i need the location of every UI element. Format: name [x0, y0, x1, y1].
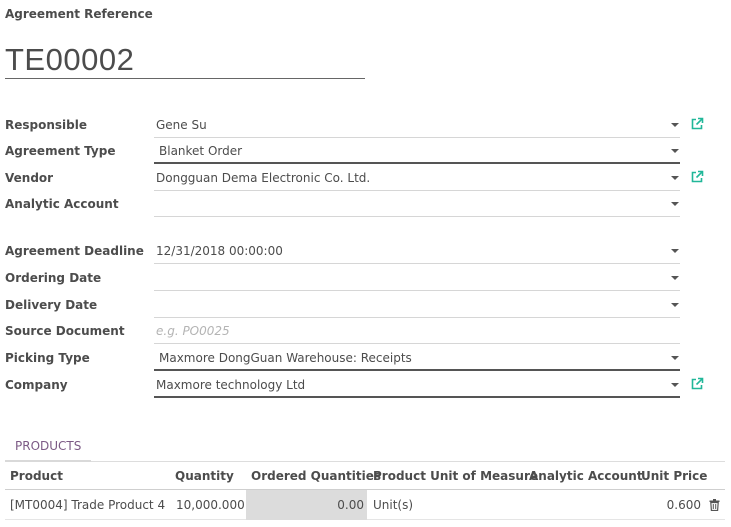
vendor-label: Vendor	[5, 171, 54, 185]
cell-product[interactable]: [MT0004] Trade Product 4	[10, 490, 165, 520]
analytic-account-row: Analytic Account	[0, 191, 731, 217]
responsible-row: Responsible Gene Su	[0, 112, 731, 138]
vendor-field[interactable]: Dongguan Dema Electronic Co. Ltd.	[154, 165, 680, 191]
source-document-row: Source Document e.g. PO0025	[0, 318, 731, 344]
analytic-account-field[interactable]	[154, 191, 680, 217]
agreement-type-value: Blanket Order	[159, 144, 243, 158]
ordering-date-label: Ordering Date	[5, 271, 102, 285]
column-product[interactable]: Product	[10, 462, 63, 490]
chevron-down-icon[interactable]	[671, 249, 679, 253]
picking-type-field[interactable]: Maxmore DongGuan Warehouse: Receipts	[154, 345, 680, 371]
responsible-field[interactable]: Gene Su	[154, 112, 680, 138]
cell-unit-price[interactable]: 0.600	[625, 490, 701, 520]
ordering-date-row: Ordering Date	[0, 265, 731, 291]
chevron-down-icon[interactable]	[671, 276, 679, 280]
cell-quantity[interactable]: 10,000.000	[176, 490, 245, 520]
cell-uom[interactable]: Unit(s)	[373, 490, 413, 520]
chevron-down-icon[interactable]	[671, 383, 679, 387]
company-field[interactable]: Maxmore technology Ltd	[154, 372, 680, 398]
agreement-deadline-label: Agreement Deadline	[5, 244, 144, 258]
agreement-reference-value: TE00002	[5, 40, 365, 79]
responsible-label: Responsible	[5, 118, 87, 132]
column-unit-price[interactable]: Unit Price	[641, 462, 707, 490]
chevron-down-icon[interactable]	[671, 149, 679, 153]
source-document-input[interactable]: e.g. PO0025	[154, 318, 680, 344]
delivery-date-row: Delivery Date	[0, 292, 731, 318]
analytic-account-label: Analytic Account	[5, 197, 119, 211]
responsible-value: Gene Su	[156, 118, 207, 132]
external-link-icon[interactable]	[690, 170, 704, 184]
company-row: Company Maxmore technology Ltd	[0, 372, 731, 398]
column-uom[interactable]: Product Unit of Measure	[373, 462, 538, 490]
agreement-form: Agreement Reference TE00002 Responsible …	[0, 0, 731, 527]
company-value: Maxmore technology Ltd	[156, 378, 306, 392]
vendor-row: Vendor Dongguan Dema Electronic Co. Ltd.	[0, 165, 731, 191]
agreement-type-select[interactable]: Blanket Order	[154, 138, 680, 164]
tab-products[interactable]: PRODUCTS	[5, 432, 92, 462]
chevron-down-icon[interactable]	[671, 123, 679, 127]
agreement-type-label: Agreement Type	[5, 144, 116, 158]
table-row[interactable]: [MT0004] Trade Product 4 10,000.000 0.00…	[5, 490, 725, 520]
picking-type-row: Picking Type Maxmore DongGuan Warehouse:…	[0, 345, 731, 371]
products-table-header: Product Quantity Ordered Quantities Prod…	[5, 462, 725, 490]
column-analytic-account[interactable]: Analytic Account	[529, 462, 643, 490]
picking-type-label: Picking Type	[5, 351, 90, 365]
cell-ordered-quantities: 0.00	[246, 490, 367, 520]
trash-icon[interactable]	[709, 499, 720, 511]
vendor-value: Dongguan Dema Electronic Co. Ltd.	[156, 171, 371, 185]
column-ordered-quantities[interactable]: Ordered Quantities	[251, 462, 381, 490]
column-quantity[interactable]: Quantity	[175, 462, 234, 490]
chevron-down-icon[interactable]	[671, 202, 679, 206]
agreement-type-row: Agreement Type Blanket Order	[0, 138, 731, 164]
picking-type-value: Maxmore DongGuan Warehouse: Receipts	[159, 351, 412, 365]
agreement-deadline-row: Agreement Deadline 12/31/2018 00:00:00	[0, 238, 731, 264]
source-document-label: Source Document	[5, 324, 125, 338]
company-label: Company	[5, 378, 68, 392]
agreement-reference-label: Agreement Reference	[5, 7, 153, 21]
external-link-icon[interactable]	[690, 117, 704, 131]
delivery-date-field[interactable]	[154, 292, 680, 318]
external-link-icon[interactable]	[690, 377, 704, 391]
ordering-date-field[interactable]	[154, 265, 680, 291]
chevron-down-icon[interactable]	[671, 303, 679, 307]
agreement-deadline-field[interactable]: 12/31/2018 00:00:00	[154, 238, 680, 264]
agreement-deadline-value: 12/31/2018 00:00:00	[156, 244, 283, 258]
chevron-down-icon[interactable]	[671, 176, 679, 180]
source-document-placeholder: e.g. PO0025	[156, 324, 230, 338]
delivery-date-label: Delivery Date	[5, 298, 98, 312]
chevron-down-icon[interactable]	[671, 356, 679, 360]
